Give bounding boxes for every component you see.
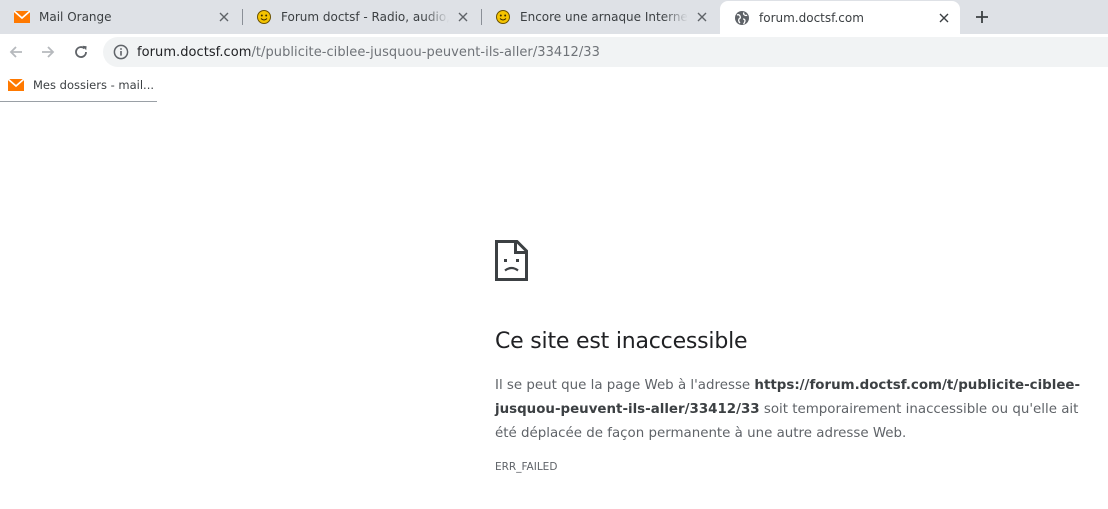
error-title: Ce site est inaccessible	[495, 329, 748, 354]
tab-strip: Mail Orange Forum doctsf - Radio, audio,…	[0, 0, 1108, 34]
plus-icon	[976, 11, 988, 23]
close-icon[interactable]	[694, 9, 710, 25]
tab-forum-doctsf-active[interactable]: forum.doctsf.com	[720, 1, 960, 34]
reload-button[interactable]	[70, 41, 92, 63]
forward-arrow-icon	[42, 46, 55, 58]
error-code: ERR_FAILED	[495, 461, 558, 473]
url-path: /t/publicite-ciblee-jusquou-peuvent-ils-…	[251, 44, 600, 60]
tab-title: forum.doctsf.com	[759, 10, 864, 25]
bookmark-label: Mes dossiers - mail...	[33, 78, 155, 92]
back-arrow-icon	[9, 46, 22, 58]
error-desc-text: Il se peut que la page Web à l'adresse	[495, 378, 755, 393]
tab-encore-arnaque[interactable]: Encore une arnaque Internet - Sal	[481, 0, 718, 34]
smiley-icon	[257, 10, 271, 24]
globe-icon	[735, 10, 749, 25]
tab-title: Forum doctsf - Radio, audio, TV,	[281, 10, 449, 24]
bookmarks-bar: Mes dossiers - mail...	[0, 70, 1108, 102]
browser-toolbar: forum.doctsf.com/t/publicite-ciblee-jusq…	[0, 34, 1108, 70]
close-icon[interactable]	[216, 9, 232, 25]
tab-title: Encore une arnaque Internet - Sal	[520, 10, 688, 24]
tab-title: Mail Orange	[39, 10, 112, 24]
close-icon[interactable]	[936, 10, 952, 26]
sad-page-icon	[495, 240, 528, 281]
tab-mail-orange[interactable]: Mail Orange	[0, 0, 240, 34]
close-icon[interactable]	[455, 9, 471, 25]
back-button[interactable]	[5, 41, 27, 63]
reload-icon	[75, 45, 87, 58]
forward-button[interactable]	[37, 41, 59, 63]
address-bar[interactable]: forum.doctsf.com/t/publicite-ciblee-jusq…	[103, 37, 1108, 67]
orange-mail-icon	[14, 10, 30, 23]
orange-mail-icon	[8, 78, 24, 91]
url-host: forum.doctsf.com	[137, 44, 252, 60]
smiley-icon	[496, 10, 510, 24]
bookmark-mes-dossiers[interactable]: Mes dossiers - mail...	[8, 76, 154, 94]
error-description: Il se peut que la page Web à l'adresse h…	[495, 374, 1101, 446]
tab-forum-doctsf[interactable]: Forum doctsf - Radio, audio, TV,	[242, 0, 479, 34]
url-text[interactable]: forum.doctsf.com/t/publicite-ciblee-jusq…	[137, 45, 600, 60]
new-tab-button[interactable]	[972, 7, 992, 27]
info-icon[interactable]	[113, 44, 129, 60]
bookmarks-divider	[0, 101, 157, 102]
